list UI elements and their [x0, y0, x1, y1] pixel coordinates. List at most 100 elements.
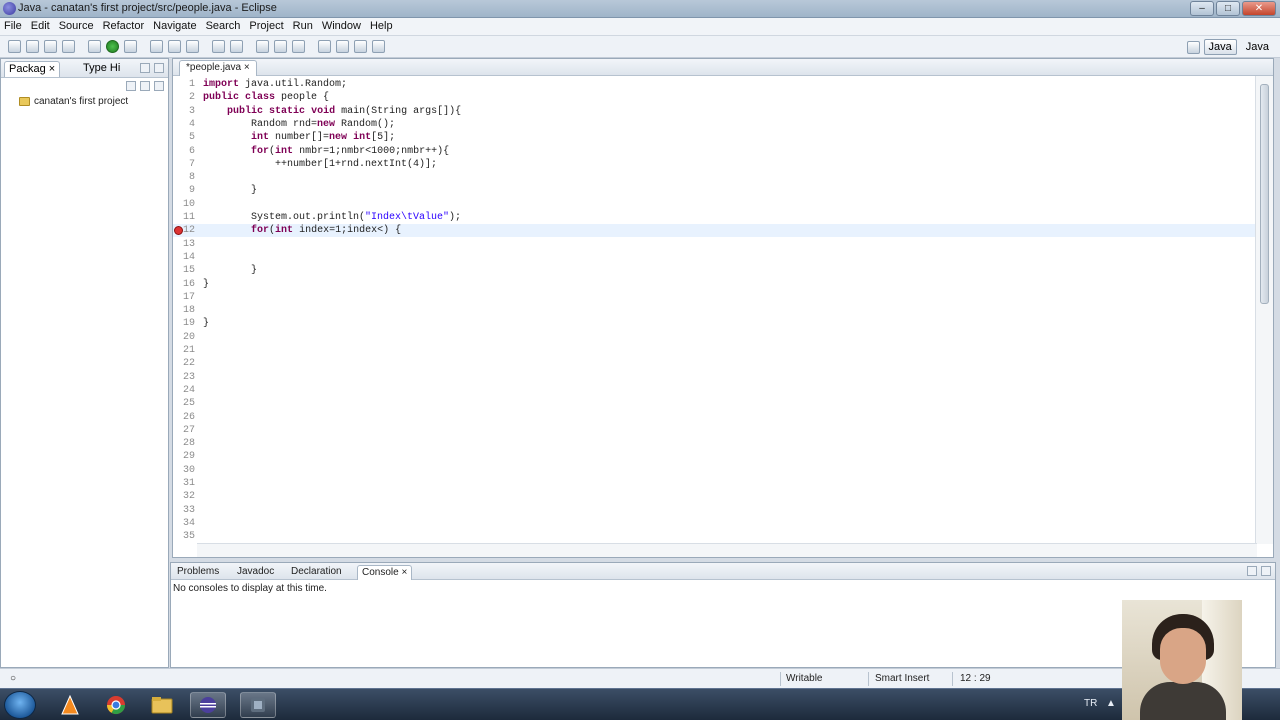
editor-horizontal-scrollbar[interactable]	[197, 543, 1257, 557]
code-text-area[interactable]: 1 import java.util.Random; 2 public class p…	[173, 76, 1255, 544]
code-line[interactable]: 6 for(int nmbr=1;nmbr<1000;nmbr++){	[173, 145, 1255, 158]
menu-project[interactable]: Project	[245, 18, 288, 35]
code-line[interactable]: 11 System.out.println("Index\tValue");	[173, 211, 1255, 224]
new-package-icon[interactable]	[168, 40, 181, 53]
minimize-view-icon[interactable]	[140, 63, 150, 73]
code-line[interactable]: 32	[173, 490, 1255, 503]
code-line[interactable]: 18	[173, 304, 1255, 317]
code-line[interactable]: 1 import java.util.Random;	[173, 78, 1255, 91]
tab-declaration[interactable]: Declaration	[287, 565, 346, 580]
code-text[interactable]: }	[203, 264, 257, 277]
vlc-icon[interactable]	[52, 692, 88, 718]
tab-package-explorer[interactable]: Packag ×	[4, 61, 61, 77]
code-text[interactable]: int number[]=new int[5];	[203, 131, 395, 144]
open-type-icon[interactable]	[212, 40, 225, 53]
code-line[interactable]: 4 Random rnd=new Random();	[173, 118, 1255, 131]
code-line[interactable]: 7 ++number[1+rnd.nextInt(4)];	[173, 158, 1255, 171]
toggle-highlight-icon[interactable]	[274, 40, 287, 53]
code-line[interactable]: 8	[173, 171, 1255, 184]
code-line[interactable]: 19}	[173, 317, 1255, 330]
code-text[interactable]: Random rnd=new Random();	[203, 118, 395, 131]
code-line[interactable]: 24	[173, 384, 1255, 397]
code-text[interactable]: System.out.println("Index\tValue");	[203, 211, 461, 224]
code-line[interactable]: 23	[173, 371, 1255, 384]
menu-edit[interactable]: Edit	[27, 18, 55, 35]
tab-people-java[interactable]: *people.java ×	[179, 60, 257, 76]
chrome-icon[interactable]	[98, 692, 134, 718]
menu-navigate[interactable]: Navigate	[149, 18, 201, 35]
code-line[interactable]: 28	[173, 437, 1255, 450]
code-line[interactable]: 26	[173, 411, 1255, 424]
code-line[interactable]: 16}	[173, 278, 1255, 291]
java-perspective-button[interactable]: Java	[1203, 39, 1237, 55]
save-icon[interactable]	[26, 40, 39, 53]
new-class-icon[interactable]	[186, 40, 199, 53]
editor-scroll-thumb[interactable]	[1260, 84, 1269, 304]
tab-console[interactable]: Console ×	[357, 565, 413, 580]
tab-javadoc[interactable]: Javadoc	[233, 565, 278, 580]
maximize-button[interactable]: □	[1216, 1, 1240, 16]
eclipse-icon[interactable]	[190, 692, 226, 718]
tab-problems[interactable]: Problems	[173, 565, 223, 580]
code-line[interactable]: 31	[173, 477, 1255, 490]
java-browsing-perspective-button[interactable]: Java	[1241, 39, 1274, 55]
code-text[interactable]: }	[203, 278, 209, 291]
maximize-view-icon[interactable]	[154, 63, 164, 73]
show-whitespace-icon[interactable]	[292, 40, 305, 53]
code-line[interactable]: 30	[173, 464, 1255, 477]
code-line[interactable]: 9 }	[173, 184, 1255, 197]
start-button[interactable]	[4, 691, 36, 719]
code-line[interactable]: 29	[173, 450, 1255, 463]
code-text[interactable]: for(int index=1;index<) {	[203, 224, 401, 237]
code-line[interactable]: 21	[173, 344, 1255, 357]
menu-source[interactable]: Source	[55, 18, 99, 35]
code-text[interactable]: import java.util.Random;	[203, 78, 347, 91]
code-line[interactable]: 10	[173, 198, 1255, 211]
explorer-icon[interactable]	[144, 692, 180, 718]
code-line[interactable]: 2 public class people {	[173, 91, 1255, 104]
toggle-mark-icon[interactable]	[256, 40, 269, 53]
code-line[interactable]: 17	[173, 291, 1255, 304]
console-maximize-icon[interactable]	[1261, 566, 1271, 576]
code-line[interactable]: 22	[173, 357, 1255, 370]
console-minimize-icon[interactable]	[1247, 566, 1257, 576]
code-line[interactable]: 5 int number[]=new int[5];	[173, 131, 1255, 144]
minimize-button[interactable]: –	[1190, 1, 1214, 16]
menu-window[interactable]: Window	[318, 18, 366, 35]
code-text[interactable]: public class people {	[203, 91, 329, 104]
collapse-all-icon[interactable]	[126, 81, 136, 91]
menu-help[interactable]: Help	[366, 18, 398, 35]
code-line[interactable]: 25	[173, 397, 1255, 410]
code-text[interactable]: for(int nmbr=1;nmbr<1000;nmbr++){	[203, 145, 449, 158]
previous-annotation-icon[interactable]	[336, 40, 349, 53]
menu-search[interactable]: Search	[202, 18, 246, 35]
menu-file[interactable]: File	[0, 18, 27, 35]
editor-vertical-scrollbar[interactable]	[1255, 76, 1273, 544]
debug-icon[interactable]	[88, 40, 101, 53]
code-text[interactable]: ++number[1+rnd.nextInt(4)];	[203, 158, 437, 171]
code-line[interactable]: 27	[173, 424, 1255, 437]
code-line[interactable]: 3 public static void main(String args[])…	[173, 105, 1255, 118]
close-button[interactable]: ✕	[1242, 1, 1276, 16]
back-icon[interactable]	[354, 40, 367, 53]
new-java-project-icon[interactable]	[150, 40, 163, 53]
run-icon[interactable]	[106, 40, 119, 53]
next-annotation-icon[interactable]	[318, 40, 331, 53]
code-line[interactable]: 33	[173, 504, 1255, 517]
code-text[interactable]: }	[203, 317, 209, 330]
menu-run[interactable]: Run	[289, 18, 318, 35]
search-icon[interactable]	[230, 40, 243, 53]
link-editor-icon[interactable]	[140, 81, 150, 91]
code-line[interactable]: 12 for(int index=1;index<) {	[173, 224, 1255, 238]
code-line[interactable]: 34	[173, 517, 1255, 530]
media-icon[interactable]	[240, 692, 276, 718]
code-text[interactable]: public static void main(String args[]){	[203, 105, 461, 118]
code-line[interactable]: 14	[173, 251, 1255, 264]
forward-icon[interactable]	[372, 40, 385, 53]
code-line[interactable]: 15 }	[173, 264, 1255, 277]
project-tree-item[interactable]: canatan's first project	[19, 96, 128, 107]
code-text[interactable]: }	[203, 184, 257, 197]
save-all-icon[interactable]	[44, 40, 57, 53]
external-tools-icon[interactable]	[124, 40, 137, 53]
open-perspective-icon[interactable]	[1186, 40, 1200, 54]
